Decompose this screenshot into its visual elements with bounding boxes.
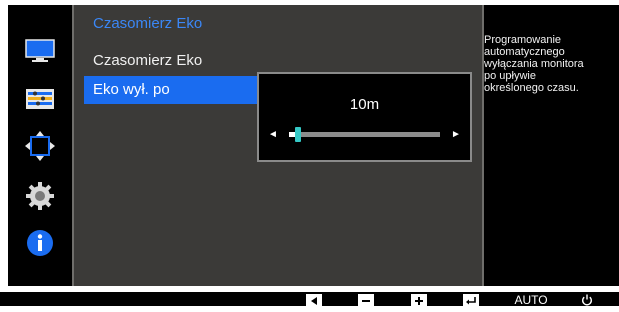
auto-button[interactable]: AUTO	[512, 294, 550, 306]
enter-icon	[466, 297, 476, 305]
enter-button[interactable]	[463, 294, 479, 306]
plus-icon	[415, 297, 423, 305]
power-button[interactable]	[579, 294, 595, 306]
menu-item-eco-timer[interactable]: Czasomierz Eko	[84, 47, 257, 75]
menu-item-eco-off-after[interactable]: Eko wył. po	[84, 76, 257, 104]
slider-left-arrow-icon[interactable]: ◄	[268, 129, 278, 140]
sidebar	[8, 5, 72, 286]
left-arrow-button[interactable]	[306, 294, 322, 306]
minus-button[interactable]	[358, 294, 374, 306]
help-text: Programowanie automatycznego wyłączania …	[484, 34, 584, 94]
minus-icon	[362, 300, 370, 302]
slider-value: 10m	[349, 96, 380, 113]
value-popup: 10m ◄ ►	[257, 72, 472, 162]
power-icon	[582, 294, 592, 306]
picture-settings-icon[interactable]	[25, 84, 55, 114]
plus-button[interactable]	[411, 294, 427, 306]
slider-right-arrow-icon[interactable]: ►	[451, 129, 461, 140]
info-icon[interactable]	[25, 228, 55, 258]
auto-label: AUTO	[514, 293, 548, 307]
settings-gear-icon[interactable]	[25, 181, 55, 211]
monitor-icon[interactable]	[25, 36, 55, 66]
slider-track[interactable]	[289, 132, 440, 137]
left-arrow-icon	[311, 297, 317, 305]
position-size-icon[interactable]	[25, 131, 55, 161]
slider-knob[interactable]	[295, 127, 302, 142]
menu-title: Czasomierz Eko	[93, 15, 203, 32]
